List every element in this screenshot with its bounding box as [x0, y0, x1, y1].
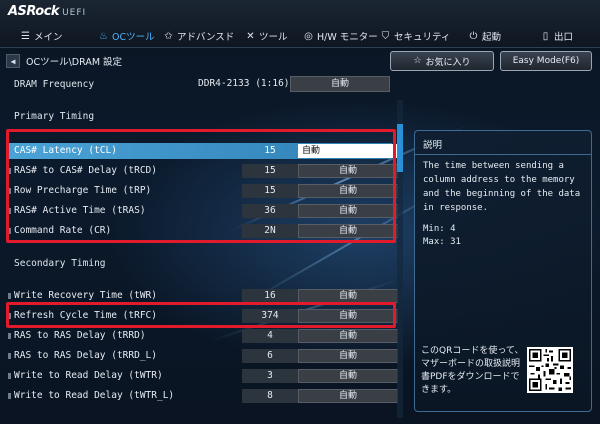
tab-tool[interactable]: ✕ ツール: [245, 27, 287, 45]
qr-code-icon: [527, 347, 573, 393]
tab-hw-monitor[interactable]: ◎ H/W モニター: [303, 27, 378, 45]
tab-security[interactable]: ⛉ セキュリティ: [380, 27, 451, 45]
top-bar: ASRock UEFI ☰ メイン ♨ OCツール ✩ アドバンスド ✕ ツール ◎ H/W…: [0, 0, 600, 48]
description-text: The time between sending a column addres…: [423, 161, 581, 213]
primary-timing-heading: Primary Timing: [14, 111, 95, 122]
twtr-setting[interactable]: 自動: [298, 369, 398, 383]
tab-boot[interactable]: ⏻ 起動: [468, 27, 501, 45]
main-tabs: ☰ メイン ♨ OCツール ✩ アドバンスド ✕ ツール ◎ H/W モニター ⛉ セキュリ…: [0, 27, 600, 45]
flame-icon: ♨: [99, 30, 108, 42]
star-icon: ✩: [164, 30, 173, 42]
description-range: Min: 4 Max: 31: [423, 223, 461, 249]
menu-icon: ☰: [21, 30, 30, 42]
dram-frequency-value: DDR4-2133 (1:16): [198, 78, 290, 89]
shield-icon: ⛉: [381, 30, 390, 42]
trrd-setting[interactable]: 自動: [298, 329, 398, 343]
sub-header: ◀ OCツール\DRAM 設定: [6, 52, 386, 70]
dram-frequency-setting[interactable]: 自動: [290, 76, 390, 92]
divider: [415, 154, 591, 155]
secondary-timing-heading: Secondary Timing: [14, 258, 106, 269]
breadcrumb: OCツール\DRAM 設定: [26, 57, 123, 68]
dram-frequency-label: DRAM Frequency: [14, 79, 95, 90]
power-icon: ⏻: [469, 30, 478, 42]
tab-main[interactable]: ☰ メイン: [20, 27, 63, 45]
star-icon: ☆: [413, 56, 422, 66]
twtr-l-setting[interactable]: 自動: [298, 389, 398, 403]
wrench-icon: ✕: [246, 30, 255, 42]
back-button[interactable]: ◀: [6, 54, 20, 68]
asrock-logo: ASRock UEFI: [8, 4, 87, 19]
monitor-icon: ◎: [304, 30, 313, 42]
tab-advanced[interactable]: ✩ アドバンスド: [163, 27, 234, 45]
highlight-box-primary: [6, 129, 396, 243]
twr-setting[interactable]: 自動: [298, 289, 398, 303]
tab-oc-tweaker[interactable]: ♨ OCツール: [98, 27, 155, 45]
row-trrd-l[interactable]: RAS to RAS Delay (tRRD_L) 6 自動: [8, 348, 398, 364]
highlight-box-trfc: [6, 302, 396, 328]
exit-icon: ▯: [542, 30, 549, 42]
description-panel: 説明 The time between sending a column add…: [414, 130, 592, 412]
tab-exit[interactable]: ▯ 出口: [540, 27, 573, 45]
chevron-left-icon: ◀: [10, 56, 16, 66]
description-title: 説明: [423, 140, 443, 151]
row-twtr-l[interactable]: Write to Read Delay (tWTR_L) 8 自動: [8, 388, 398, 404]
max-value: Max: 31: [423, 237, 461, 247]
row-twtr[interactable]: Write to Read Delay (tWTR) 3 自動: [8, 368, 398, 384]
scrollbar-thumb[interactable]: [397, 124, 403, 172]
easy-mode-button[interactable]: Easy Mode(F6): [500, 51, 592, 71]
trrd-l-setting[interactable]: 自動: [298, 349, 398, 363]
qr-description: このQRコードを使って、マザーボードの取扱説明書PDFをダウンロードできます。: [421, 346, 524, 395]
row-trrd[interactable]: RAS to RAS Delay (tRRD) 4 自動: [8, 328, 398, 344]
favorites-button[interactable]: ☆ お気に入り: [390, 51, 494, 71]
min-value: Min: 4: [423, 224, 456, 234]
